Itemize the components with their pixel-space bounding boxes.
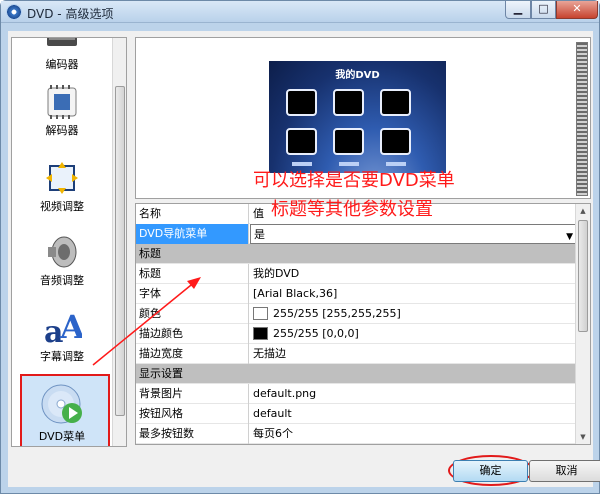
annotation-arrow [92,277,201,366]
dialog-window: DVD - 高级选项 ▁ □ ✕ 编码器 解码器 视频调整 音频调整 a 字幕调… [0,0,600,494]
